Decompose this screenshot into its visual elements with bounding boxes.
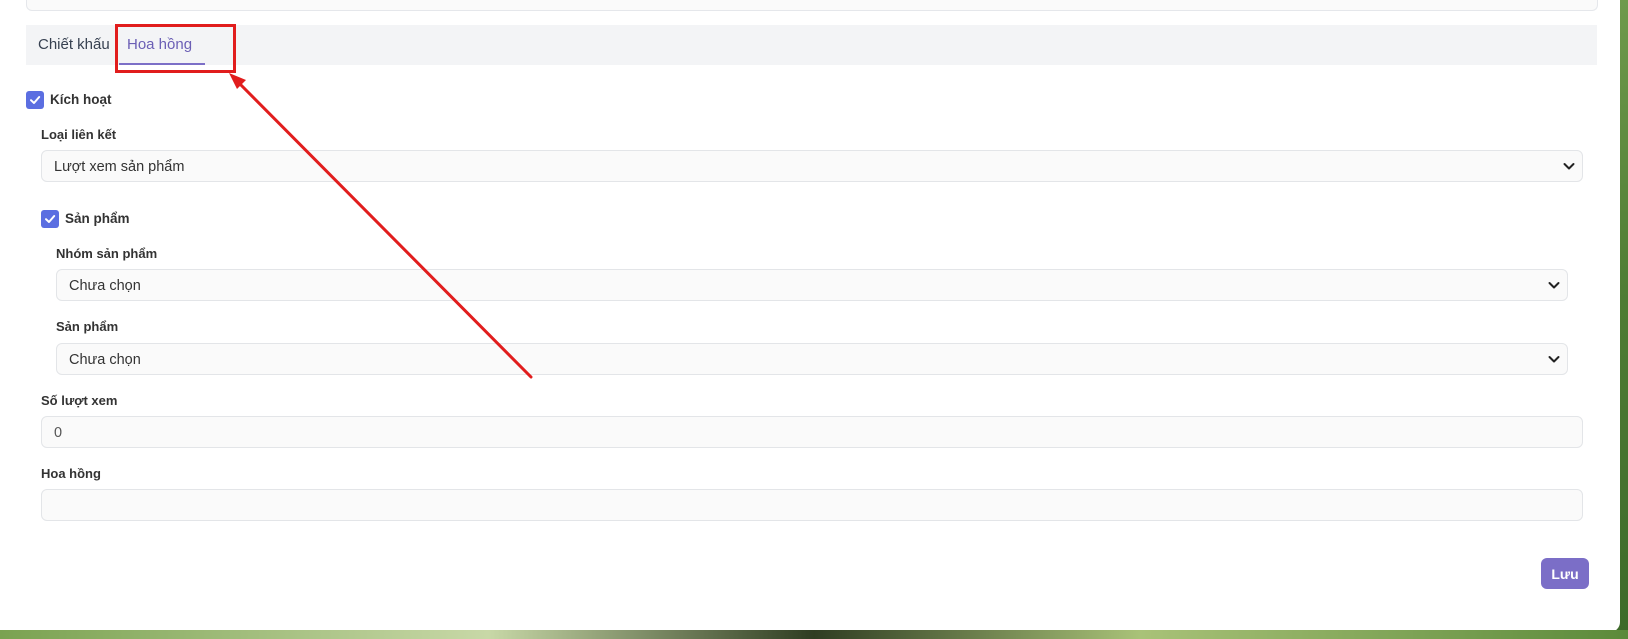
annotation-arrow-icon — [229, 73, 533, 379]
